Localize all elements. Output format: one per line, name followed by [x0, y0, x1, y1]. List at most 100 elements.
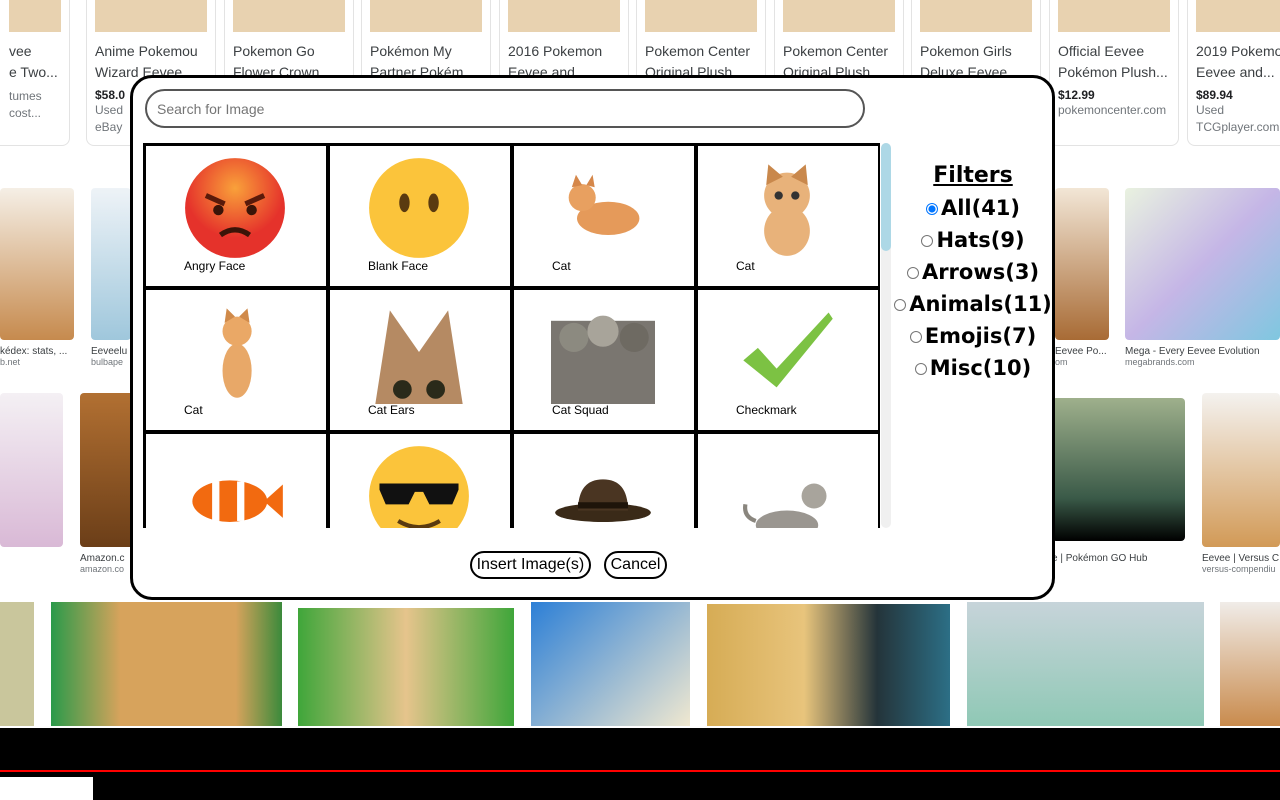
filter-radio[interactable]: [925, 203, 938, 215]
result-tile[interactable]: [531, 602, 690, 726]
result-tile[interactable]: [967, 602, 1204, 726]
product-thumbnail: [233, 0, 345, 32]
image-option[interactable]: Cat: [143, 287, 329, 433]
filter-label: Emojis(7): [924, 324, 1037, 348]
product-title-line2: Eevee and...: [1196, 64, 1275, 80]
image-search-input[interactable]: [145, 89, 865, 128]
result-tile[interactable]: kédex: stats, ... b.net: [0, 188, 74, 367]
image-picker-dialog: Angry Face Blank Face Cat Cat Cat Cat Ears Cat…: [130, 75, 1055, 600]
product-thumbnail: [783, 0, 895, 32]
fedora-hat-icon: [551, 444, 655, 528]
product-thumbnail: [370, 0, 482, 32]
scrollbar-thumb[interactable]: [881, 143, 891, 251]
product-thumbnail: [1196, 0, 1280, 32]
image-label: Cat Ears: [368, 403, 415, 417]
product-thumbnail: [920, 0, 1032, 32]
product-title: Pokemon Girls: [920, 43, 1012, 59]
image-option[interactable]: [695, 431, 880, 528]
cat-standing-icon: [183, 300, 287, 404]
filters-panel: Filters All(41) Hats(9) Arrows(3) Animals(1…: [893, 163, 1053, 384]
image-option[interactable]: Checkmark: [695, 287, 880, 433]
image-option[interactable]: Cat Ears: [327, 287, 513, 433]
filter-label: Hats(9): [936, 228, 1025, 252]
product-title: Pokemon Center: [645, 43, 751, 59]
product-title: Pokemon Center: [783, 43, 889, 59]
result-tile[interactable]: Eevee Po... om: [1055, 188, 1109, 367]
result-tile[interactable]: Eevee | Versus Cversus-compendiu: [1202, 393, 1280, 574]
taskbar: [0, 728, 1280, 800]
cancel-button[interactable]: Cancel: [603, 551, 668, 579]
filter-label: All(41): [940, 196, 1021, 220]
product-thumbnail: [95, 0, 207, 32]
image-option[interactable]: [511, 431, 697, 528]
product-title: 2019 Pokemon: [1196, 43, 1280, 59]
filter-option[interactable]: Arrows(3): [893, 256, 1053, 288]
product-title-line2: e Two...: [9, 64, 58, 80]
product-title: Anime Pokemou: [95, 43, 198, 59]
shopping-card[interactable]: vee e Two... tumes cost...: [0, 0, 70, 146]
product-source-2: TCGplayer.com: [1196, 120, 1280, 134]
grid-scrollbar[interactable]: [881, 143, 891, 528]
image-option[interactable]: Cat Squad: [511, 287, 697, 433]
product-title: 2016 Pokemon: [508, 43, 603, 59]
product-title: Pokemon Go: [233, 43, 315, 59]
checkmark-icon: [735, 300, 839, 404]
filter-radio[interactable]: [921, 235, 934, 247]
image-label: Cat: [552, 259, 571, 273]
product-title: Pokémon My: [370, 43, 452, 59]
filter-option[interactable]: Misc(10): [893, 352, 1053, 384]
filter-radio[interactable]: [914, 363, 927, 375]
result-tile[interactable]: [51, 602, 282, 726]
product-price: $12.99: [1058, 88, 1095, 102]
product-title: Official Eevee: [1058, 43, 1145, 59]
filter-radio[interactable]: [906, 267, 919, 279]
insert-images-button[interactable]: Insert Image(s): [469, 551, 592, 579]
image-grid[interactable]: Angry Face Blank Face Cat Cat Cat Cat Ears Cat…: [143, 143, 880, 528]
image-option[interactable]: Blank Face: [327, 143, 513, 289]
result-tile[interactable]: [0, 602, 34, 726]
filter-option[interactable]: All(41): [893, 192, 1053, 224]
filter-radio[interactable]: [894, 299, 907, 311]
image-label: Cat: [184, 403, 203, 417]
clownfish-icon: [183, 444, 287, 528]
product-thumbnail: [645, 0, 757, 32]
product-thumbnail: [1058, 0, 1170, 32]
image-option[interactable]: [143, 431, 329, 528]
result-tile[interactable]: [707, 604, 950, 726]
product-source: Used: [1196, 103, 1225, 117]
filter-option[interactable]: Animals(11): [893, 288, 1053, 320]
cat-icon: [551, 156, 655, 260]
tabby-cat-icon: [735, 444, 839, 528]
shopping-card[interactable]: 2019 Pokemon Eevee and... $89.94 Used TC…: [1187, 0, 1280, 146]
result-tile[interactable]: [1220, 602, 1280, 726]
result-tile[interactable]: [0, 393, 63, 547]
product-title: vee: [9, 43, 32, 59]
shopping-card[interactable]: Official Eevee Pokémon Plush... $12.99 p…: [1049, 0, 1179, 146]
result-tile[interactable]: e | Pokémon GO Hub: [1052, 398, 1185, 564]
cat-ears-icon: [367, 300, 471, 404]
taskbar-accent-line: [0, 770, 1280, 772]
filter-radio[interactable]: [909, 331, 922, 343]
image-option[interactable]: Cat: [511, 143, 697, 289]
filters-title: Filters: [933, 163, 1013, 188]
filter-label: Misc(10): [929, 356, 1032, 380]
image-option[interactable]: Cat: [695, 143, 880, 289]
image-label: Blank Face: [368, 259, 429, 273]
product-title-line2: Pokémon Plush...: [1058, 64, 1168, 80]
filter-label: Animals(11): [909, 292, 1052, 316]
kitten-icon: [735, 156, 839, 260]
product-source: tumes cost...: [9, 89, 42, 120]
image-option[interactable]: Angry Face: [143, 143, 329, 289]
filter-label: Arrows(3): [921, 260, 1040, 284]
filter-option[interactable]: Emojis(7): [893, 320, 1053, 352]
result-tile[interactable]: Eeveelu bulbape: [91, 188, 131, 367]
filter-option[interactable]: Hats(9): [893, 224, 1053, 256]
result-tile[interactable]: Mega - Every Eevee Evolution megabrands.c…: [1125, 188, 1280, 367]
image-option[interactable]: [327, 431, 513, 528]
image-label: Checkmark: [736, 403, 797, 417]
result-tile[interactable]: [298, 608, 514, 726]
image-label: Angry Face: [184, 259, 246, 273]
result-tile[interactable]: Amazon.c amazon.co: [80, 393, 135, 574]
taskbar-slot: [0, 777, 93, 800]
product-price: $89.94: [1196, 88, 1233, 102]
